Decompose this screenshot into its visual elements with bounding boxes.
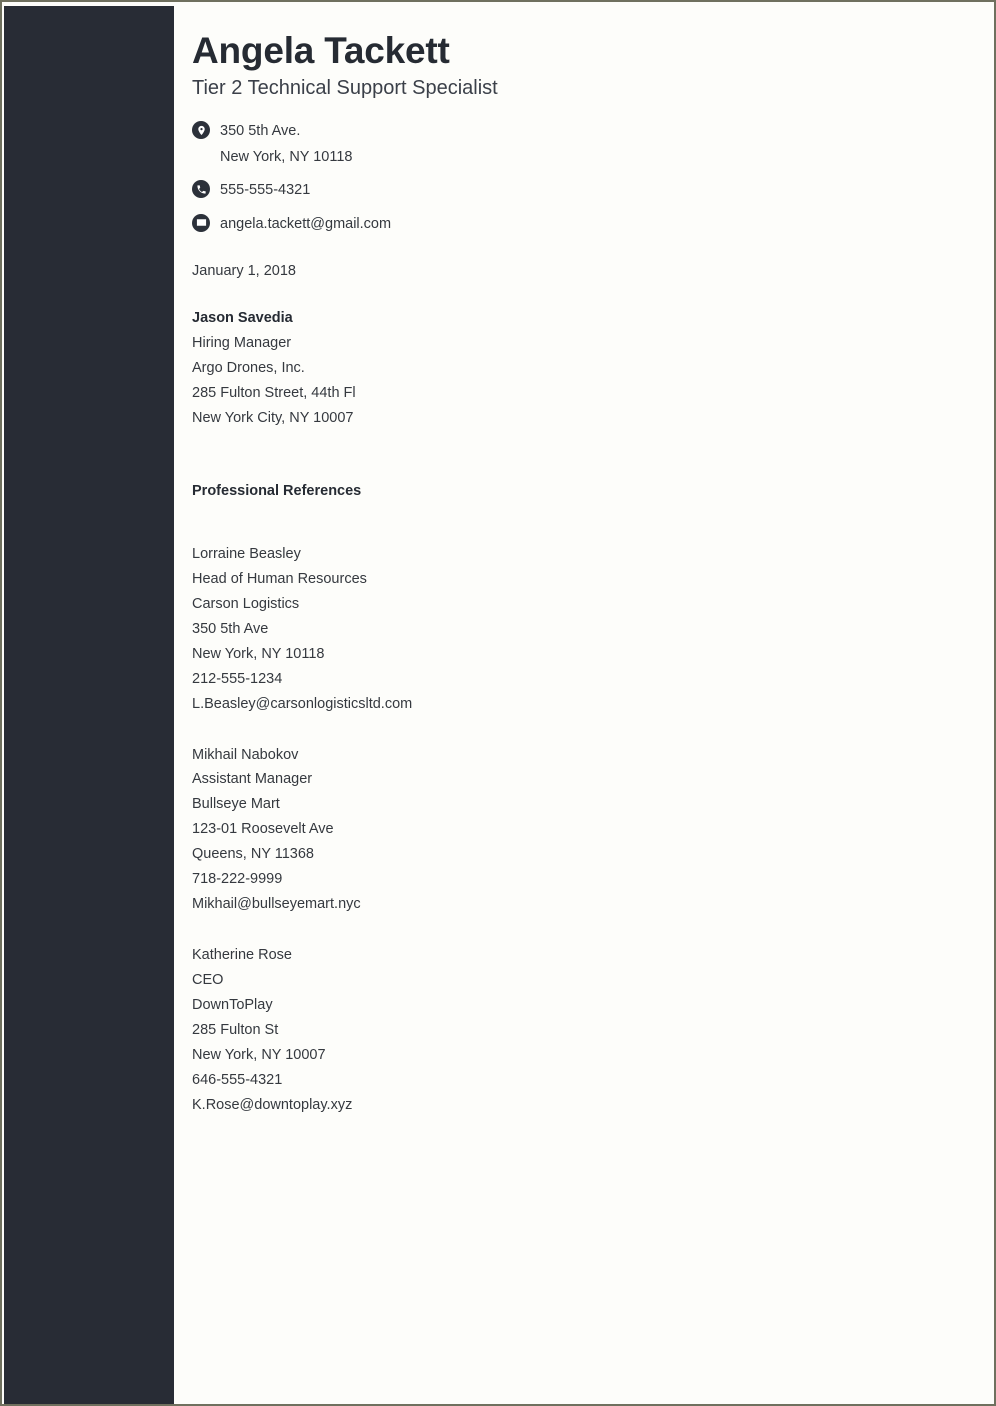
recipient-title: Hiring Manager bbox=[192, 335, 292, 352]
recipient-block: Jason Savedia Hiring Manager Argo Drones… bbox=[192, 306, 968, 431]
reference-phone: 646-555-4321 bbox=[192, 1071, 283, 1088]
resume-reference-page: Angela Tackett Tier 2 Technical Support … bbox=[0, 0, 996, 1406]
contact-item-email: angela.tackett@gmail.com bbox=[192, 212, 968, 237]
recipient-address: 285 Fulton Street, 44th Fl bbox=[192, 385, 356, 402]
reference-name: Lorraine Beasley bbox=[192, 545, 301, 562]
reference-title: Assistant Manager bbox=[192, 771, 313, 788]
address-line-2: New York, NY 10118 bbox=[220, 148, 353, 165]
reference-entry: Mikhail Nabokov Assistant Manager Bullse… bbox=[192, 743, 968, 918]
reference-address: 350 5th Ave bbox=[192, 620, 269, 637]
phone-icon bbox=[192, 180, 210, 199]
reference-title: Head of Human Resources bbox=[192, 570, 367, 587]
document-content: Angela Tackett Tier 2 Technical Support … bbox=[174, 2, 992, 1402]
reference-email: Mikhail@bullseyemart.nyc bbox=[192, 896, 361, 913]
reference-address: 285 Fulton St bbox=[192, 1021, 279, 1038]
address-text: 350 5th Ave. New York, NY 10118 bbox=[220, 119, 352, 170]
reference-company: DownToPlay bbox=[192, 996, 273, 1013]
reference-phone: 718-222-9999 bbox=[192, 871, 283, 888]
reference-city-state-zip: New York, NY 10118 bbox=[192, 645, 325, 662]
professional-headline: Tier 2 Technical Support Specialist bbox=[192, 77, 498, 100]
contact-list: 350 5th Ave. New York, NY 10118 555-555-… bbox=[192, 119, 968, 237]
reference-address: 123-01 Roosevelt Ave bbox=[192, 821, 334, 838]
letter-date: January 1, 2018 bbox=[192, 262, 296, 279]
sidebar-accent-panel bbox=[4, 6, 174, 1404]
page-title: Angela Tackett bbox=[192, 30, 450, 71]
envelope-icon bbox=[192, 213, 210, 232]
reference-city-state-zip: Queens, NY 11368 bbox=[192, 846, 314, 863]
contact-item-phone: 555-555-4321 bbox=[192, 178, 968, 203]
reference-name: Mikhail Nabokov bbox=[192, 746, 299, 763]
recipient-city-state-zip: New York City, NY 10007 bbox=[192, 410, 354, 427]
reference-entry: Lorraine Beasley Head of Human Resources… bbox=[192, 542, 968, 717]
reference-email: K.Rose@downtoplay.xyz bbox=[192, 1096, 353, 1113]
reference-entry: Katherine Rose CEO DownToPlay 285 Fulton… bbox=[192, 943, 968, 1118]
phone-text: 555-555-4321 bbox=[220, 182, 311, 199]
email-text: angela.tackett@gmail.com bbox=[220, 215, 392, 232]
address-line-1: 350 5th Ave. bbox=[220, 123, 301, 140]
reference-company: Bullseye Mart bbox=[192, 796, 280, 813]
contact-item-address: 350 5th Ave. New York, NY 10118 bbox=[192, 119, 968, 170]
recipient-company: Argo Drones, Inc. bbox=[192, 360, 305, 377]
section-heading-references: Professional References bbox=[192, 483, 362, 499]
recipient-name: Jason Savedia bbox=[192, 310, 293, 327]
reference-email: L.Beasley@carsonlogisticsltd.com bbox=[192, 695, 413, 712]
reference-company: Carson Logistics bbox=[192, 595, 300, 612]
location-pin-icon bbox=[192, 121, 210, 140]
reference-phone: 212-555-1234 bbox=[192, 670, 283, 687]
reference-name: Katherine Rose bbox=[192, 947, 292, 964]
reference-city-state-zip: New York, NY 10007 bbox=[192, 1046, 326, 1063]
reference-title: CEO bbox=[192, 972, 224, 988]
